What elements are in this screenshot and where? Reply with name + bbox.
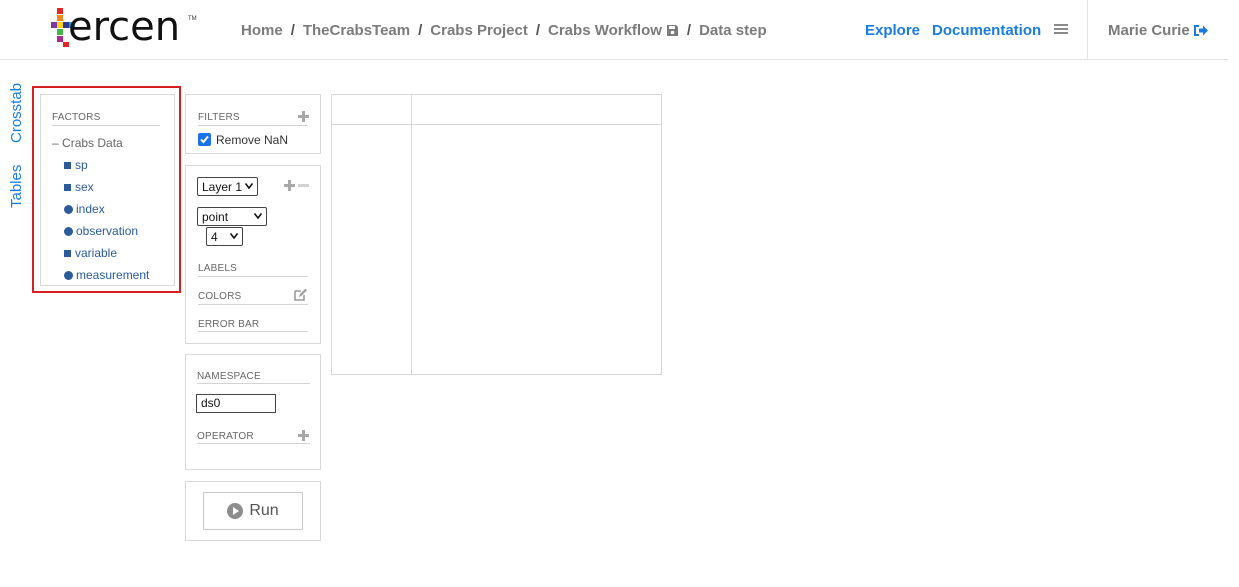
colors-title: COLORS <box>198 291 242 302</box>
logout-icon[interactable] <box>1193 24 1209 37</box>
add-operator-icon[interactable] <box>298 430 309 441</box>
point-size-select[interactable]: 4 <box>206 227 243 246</box>
breadcrumb-home[interactable]: Home <box>241 22 283 39</box>
factor-measurement[interactable]: measurement <box>64 268 149 282</box>
factors-panel: FACTORS – Crabs Data sp sex index observ… <box>40 94 175 286</box>
add-filter-icon[interactable] <box>298 111 309 122</box>
breadcrumb-separator: / <box>290 22 295 39</box>
divider <box>197 383 310 384</box>
square-icon <box>64 249 71 257</box>
layer-panel: Layer 1 point 4 LABELS COLORS ERROR BAR <box>185 165 321 344</box>
circle-icon <box>64 226 73 236</box>
breadcrumb-separator: / <box>535 22 541 39</box>
chevron-down-icon <box>245 183 253 189</box>
factor-sp[interactable]: sp <box>64 158 88 172</box>
explore-link[interactable]: Explore <box>865 22 920 39</box>
check-icon <box>200 135 209 144</box>
circle-icon <box>64 204 73 214</box>
user-name[interactable]: Marie Curie <box>1108 22 1190 39</box>
tercen-logo[interactable]: ercen TM <box>48 4 198 52</box>
run-label: Run <box>249 502 279 519</box>
factor-observation[interactable]: observation <box>64 224 138 238</box>
play-icon <box>227 503 244 519</box>
point-size-value: 4 <box>211 230 218 244</box>
layer-select[interactable]: Layer 1 <box>197 177 258 196</box>
dataset-crabs-data[interactable]: – Crabs Data <box>52 136 123 150</box>
tab-tables[interactable]: Tables <box>8 165 25 208</box>
edit-icon[interactable] <box>294 288 308 301</box>
top-header: ercen TM Home / TheCrabsTeam / Crabs Pro… <box>0 0 1228 60</box>
operator-title: OPERATOR <box>197 431 254 442</box>
breadcrumb-separator: / <box>418 22 423 39</box>
tab-crosstab[interactable]: Crosstab <box>8 83 25 143</box>
save-icon[interactable] <box>666 24 679 37</box>
filters-title: FILTERS <box>198 112 240 123</box>
chart-type-value: point <box>202 210 229 224</box>
remove-layer-icon[interactable] <box>298 184 309 187</box>
remove-nan-label: Remove NaN <box>216 133 289 147</box>
square-icon <box>64 183 71 191</box>
logo-cross-cell <box>57 29 63 35</box>
breadcrumb: Home / TheCrabsTeam / Crabs Project / Cr… <box>241 22 767 39</box>
breadcrumb-separator: / <box>686 22 692 39</box>
remove-nan-checkbox[interactable] <box>198 133 211 146</box>
dataset-label: Crabs Data <box>62 136 123 150</box>
divider <box>198 304 308 305</box>
logo-trademark: TM <box>188 16 197 22</box>
square-icon <box>64 161 71 169</box>
hamburger-menu-icon[interactable] <box>1054 24 1068 36</box>
factor-sex[interactable]: sex <box>64 180 94 194</box>
breadcrumb-team[interactable]: TheCrabsTeam <box>303 22 410 39</box>
error-bar-title: ERROR BAR <box>198 319 260 330</box>
breadcrumb-step[interactable]: Data step <box>699 22 767 39</box>
header-divider <box>1087 0 1088 59</box>
operator-panel: NAMESPACE ds0 OPERATOR <box>185 354 321 470</box>
divider <box>198 276 308 277</box>
grid-horizontal-line <box>332 124 661 125</box>
factor-label: measurement <box>76 268 150 282</box>
factor-label: sex <box>75 180 94 194</box>
chevron-down-icon <box>254 213 262 219</box>
labels-title: LABELS <box>198 263 238 274</box>
filters-panel: FILTERS Remove NaN <box>185 94 321 154</box>
documentation-link[interactable]: Documentation <box>932 22 1041 39</box>
logo-text: ercen <box>68 4 181 50</box>
divider <box>198 331 308 332</box>
factor-variable[interactable]: variable <box>64 246 117 260</box>
circle-icon <box>64 270 73 280</box>
factor-label: observation <box>76 224 139 238</box>
collapse-icon[interactable]: – <box>52 136 59 150</box>
add-layer-icon[interactable] <box>284 180 295 191</box>
divider <box>197 443 310 444</box>
factor-label: sp <box>75 158 88 172</box>
factors-title: FACTORS <box>52 112 101 123</box>
breadcrumb-project[interactable]: Crabs Project <box>430 22 528 39</box>
layer-select-value: Layer 1 <box>202 180 243 194</box>
grid-vertical-line <box>411 95 412 374</box>
namespace-input[interactable]: ds0 <box>196 394 276 413</box>
crosstab-grid[interactable] <box>331 94 662 375</box>
divider <box>52 125 160 126</box>
chart-type-select[interactable]: point <box>197 207 267 226</box>
factor-index[interactable]: index <box>64 202 105 216</box>
logo-cross-cell <box>57 8 63 14</box>
logo-cross-cell <box>57 15 63 21</box>
run-button[interactable]: Run <box>203 492 303 530</box>
breadcrumb-workflow[interactable]: Crabs Workflow <box>548 22 662 39</box>
factor-label: variable <box>75 246 118 260</box>
divider <box>198 125 308 126</box>
namespace-title: NAMESPACE <box>197 371 261 382</box>
factor-label: index <box>76 202 105 216</box>
chevron-down-icon <box>230 233 238 239</box>
